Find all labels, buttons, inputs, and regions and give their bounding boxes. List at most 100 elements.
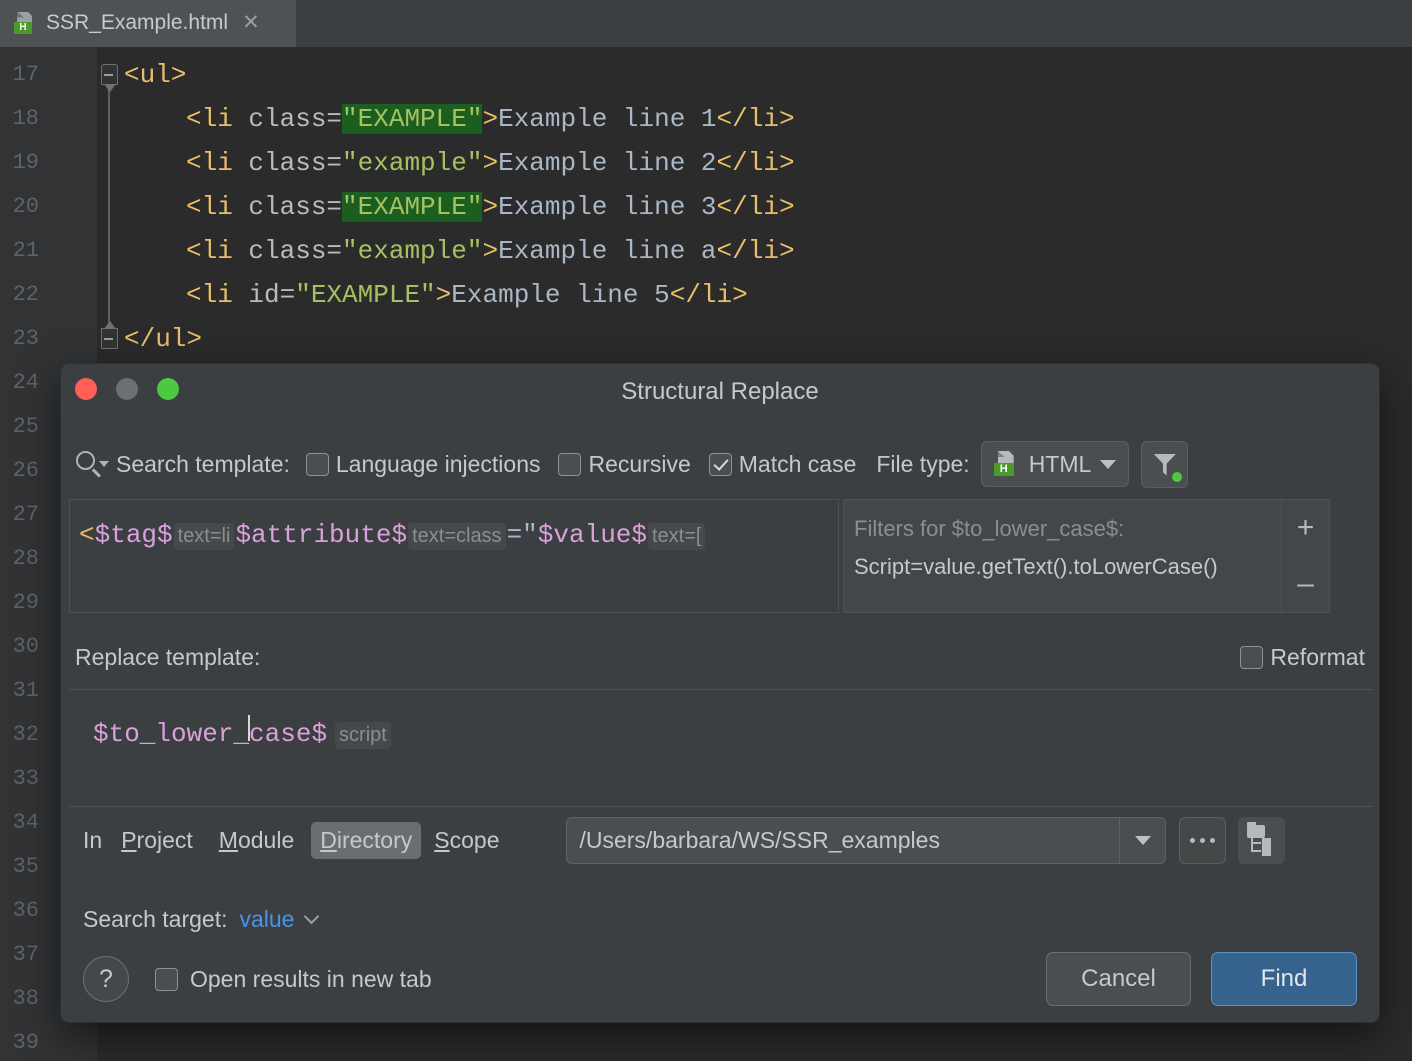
directory-path-dropdown-arrow[interactable] (1119, 818, 1165, 863)
scope-option-directory[interactable]: Directory (311, 822, 421, 859)
search-template-variable: $tag$ (95, 520, 173, 550)
code-fold-top-icon[interactable] (101, 64, 118, 85)
line-number: 37 (0, 933, 39, 977)
search-template-label: Search template: (116, 451, 290, 478)
checkbox-open-results-new-tab-box[interactable] (155, 968, 178, 991)
code-token: > (482, 236, 498, 266)
code-fold-bottom-icon[interactable] (101, 328, 118, 349)
help-button[interactable]: ? (83, 956, 129, 1002)
filters-panel[interactable]: Filters for $to_lower_case$: Script=valu… (843, 499, 1330, 613)
code-token: "example" (342, 236, 482, 266)
code-line[interactable]: <li id="EXAMPLE">Example line 5</li> (186, 273, 748, 317)
search-template-variable: $attribute$ (235, 520, 407, 550)
structural-replace-dialog[interactable]: Structural Replace Search template: Lang… (60, 363, 1380, 1023)
search-match-highlight: "EXAMPLE" (342, 192, 482, 222)
search-template-variable: $value$ (538, 520, 647, 550)
line-number: 22 (0, 273, 39, 317)
filters-script-constraint[interactable]: Script=value.getText().toLowerCase() (854, 548, 1271, 586)
dialog-footer: ? Open results in new tab Cancel Find (61, 936, 1379, 1022)
code-line[interactable]: <ul> (124, 53, 186, 97)
checkbox-match-case[interactable]: Match case (709, 451, 857, 478)
line-number: 21 (0, 229, 39, 273)
code-token: id= (248, 280, 295, 310)
dialog-title: Structural Replace (61, 378, 1379, 406)
scope-option-scope[interactable]: Scope (425, 822, 508, 859)
scope-option-directory-rest: irectory (337, 827, 412, 853)
checkbox-reformat-box[interactable] (1240, 646, 1263, 669)
search-icon[interactable] (74, 447, 116, 481)
code-token: Example line 2 (498, 148, 716, 178)
search-target-value[interactable]: value (239, 906, 294, 933)
code-token: > (482, 148, 498, 178)
code-token: </li> (717, 104, 795, 134)
code-token: <li (186, 192, 248, 222)
code-token: class= (248, 236, 342, 266)
code-token: Example line a (498, 236, 716, 266)
add-filter-button[interactable]: + (1297, 513, 1315, 543)
code-token: </li> (670, 280, 748, 310)
checkbox-recursive[interactable]: Recursive (558, 451, 690, 478)
html-file-icon: H (14, 11, 36, 35)
checkbox-language-injections-box[interactable] (306, 453, 329, 476)
code-token: "example" (342, 148, 482, 178)
line-number: 17 (0, 53, 39, 97)
line-number: 38 (0, 977, 39, 1021)
browse-directory-button[interactable] (1179, 817, 1226, 864)
filters-header: Filters for $to_lower_case$: (854, 510, 1271, 548)
code-token: <li (186, 104, 248, 134)
chevron-down-icon[interactable] (304, 909, 320, 925)
line-number: 18 (0, 97, 39, 141)
line-number: 25 (0, 405, 39, 449)
code-token: </li> (717, 236, 795, 266)
code-line[interactable]: </ul> (124, 317, 202, 361)
editor-tab-label: SSR_Example.html (46, 11, 228, 35)
scope-option-module-rest: odule (238, 827, 294, 853)
search-template-area: <$tag$text=li$attribute$text=class="$val… (69, 499, 1373, 613)
line-number: 33 (0, 757, 39, 801)
line-number: 28 (0, 537, 39, 581)
line-number: 36 (0, 889, 39, 933)
directory-path-value[interactable]: /Users/barbara/WS/SSR_examples (567, 818, 1119, 863)
code-line[interactable]: <li class="EXAMPLE">Example line 3</li> (186, 185, 795, 229)
checkbox-language-injections-label: Language injections (336, 451, 541, 478)
module-tree-icon (1247, 825, 1265, 838)
code-line[interactable]: <li class="example">Example line 2</li> (186, 141, 795, 185)
scope-option-module[interactable]: Module (210, 822, 303, 859)
search-template-input[interactable]: <$tag$text=li$attribute$text=class="$val… (69, 499, 839, 613)
checkbox-reformat-label: Reformat (1270, 644, 1365, 671)
scope-row: In Project Module Directory Scope /Users… (61, 812, 1379, 868)
replace-template-input[interactable]: $to_lower_ case$ script (69, 689, 1373, 807)
code-line[interactable]: <li class="EXAMPLE">Example line 1</li> (186, 97, 795, 141)
checkbox-match-case-box[interactable] (709, 453, 732, 476)
html-file-icon: H (994, 450, 1020, 478)
html-file-icon-badge: H (14, 22, 32, 34)
checkbox-match-case-label: Match case (739, 451, 857, 478)
filter-button[interactable] (1141, 441, 1188, 488)
find-button[interactable]: Find (1211, 952, 1357, 1006)
remove-filter-button[interactable]: – (1297, 569, 1314, 599)
directory-path-combo[interactable]: /Users/barbara/WS/SSR_examples (566, 817, 1166, 864)
editor-tab-ssr-example[interactable]: H SSR_Example.html ✕ (0, 0, 296, 47)
scope-option-project-rest: roject (137, 827, 193, 853)
file-type-dropdown[interactable]: H HTML (981, 441, 1130, 487)
search-target-label: Search target: (83, 906, 227, 933)
search-options-row: Search template: Language injections Rec… (61, 436, 1379, 492)
file-type-value: HTML (1029, 451, 1092, 478)
checkbox-open-results-new-tab[interactable]: Open results in new tab (155, 966, 432, 993)
module-tree-button[interactable] (1238, 817, 1285, 864)
line-number: 27 (0, 493, 39, 537)
checkbox-recursive-box[interactable] (558, 453, 581, 476)
cancel-button[interactable]: Cancel (1046, 952, 1191, 1006)
code-token: Example line 3 (498, 192, 716, 222)
replace-template-inlay-hint: script (335, 722, 391, 749)
code-token: <li (186, 148, 248, 178)
checkbox-language-injections[interactable]: Language injections (306, 451, 541, 478)
line-number: 30 (0, 625, 39, 669)
close-icon[interactable]: ✕ (242, 12, 260, 33)
code-line[interactable]: <li class="example">Example line a</li> (186, 229, 795, 273)
search-match-highlight: "EXAMPLE" (342, 104, 482, 134)
checkbox-reformat[interactable]: Reformat (1240, 644, 1365, 671)
code-token: "EXAMPLE" (295, 280, 435, 310)
code-token: <ul> (124, 60, 186, 90)
scope-option-project[interactable]: Project (112, 822, 202, 859)
